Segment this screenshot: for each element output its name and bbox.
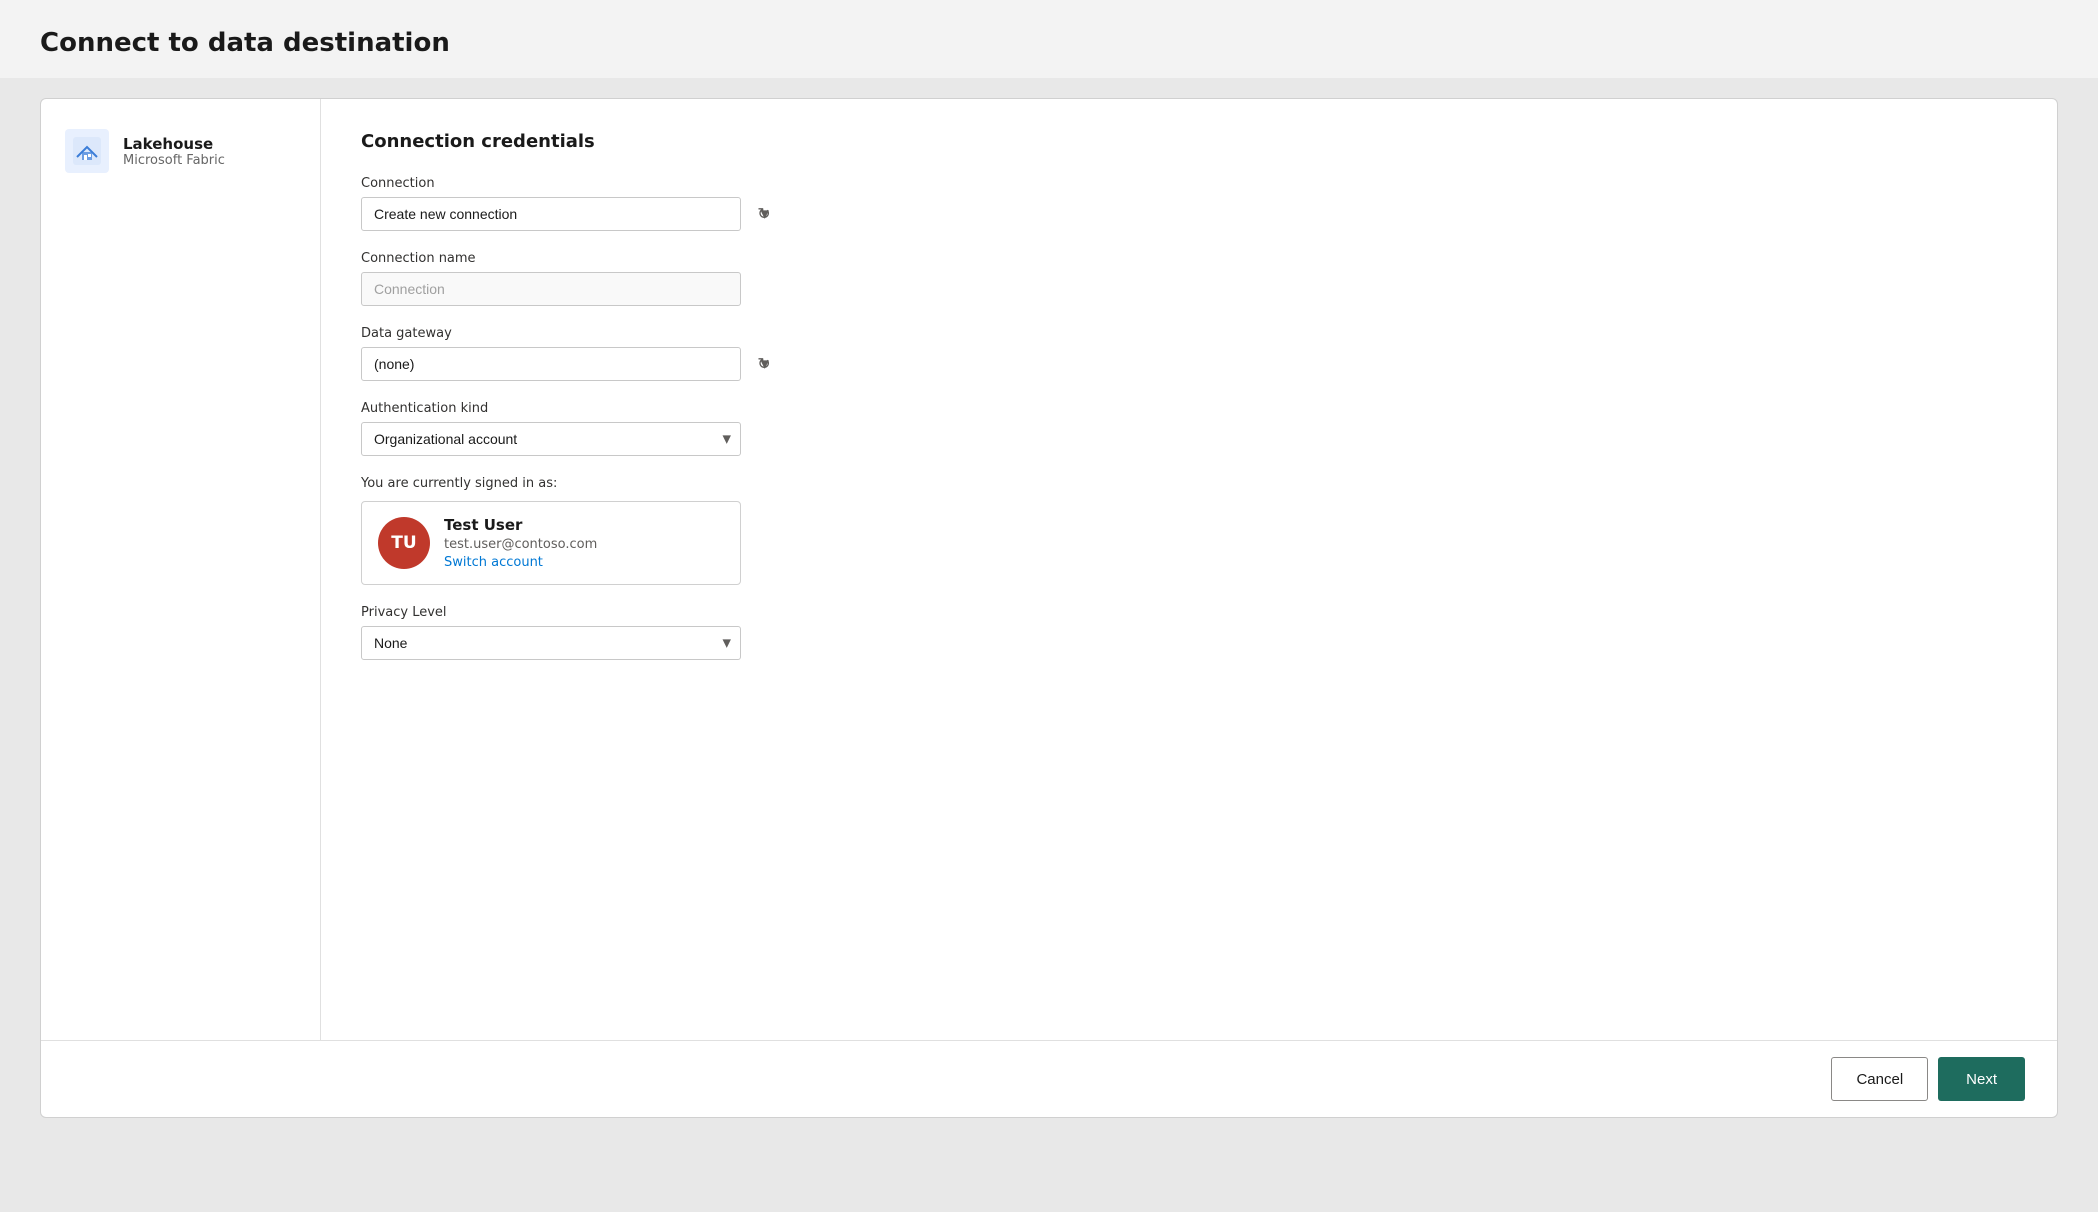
gateway-refresh-button[interactable]: ↻ xyxy=(749,349,779,379)
data-gateway-select-wrapper: (none) ▼ ↻ xyxy=(361,347,779,381)
sidebar-service-name: Lakehouse xyxy=(123,135,225,153)
connection-name-group: Connection name xyxy=(361,251,2017,306)
connection-refresh-button[interactable]: ↻ xyxy=(749,199,779,229)
auth-kind-label: Authentication kind xyxy=(361,401,2017,416)
sidebar-service-sub: Microsoft Fabric xyxy=(123,153,225,168)
privacy-level-group: Privacy Level None ▼ xyxy=(361,605,2017,660)
connection-name-label: Connection name xyxy=(361,251,2017,266)
user-name: Test User xyxy=(444,516,597,534)
sidebar-labels: Lakehouse Microsoft Fabric xyxy=(123,135,225,168)
auth-kind-group: Authentication kind Organizational accou… xyxy=(361,401,2017,456)
content-area: Connection credentials Connection Create… xyxy=(321,99,2057,1040)
data-gateway-group: Data gateway (none) ▼ ↻ xyxy=(361,326,2017,381)
auth-kind-select[interactable]: Organizational account xyxy=(361,422,741,456)
switch-account-link[interactable]: Switch account xyxy=(444,555,597,570)
page-title: Connect to data destination xyxy=(40,28,450,58)
sidebar-item-lakehouse: Lakehouse Microsoft Fabric xyxy=(65,129,296,173)
data-gateway-label: Data gateway xyxy=(361,326,2017,341)
dialog-card: Lakehouse Microsoft Fabric Connection cr… xyxy=(40,98,2058,1118)
avatar: TU xyxy=(378,517,430,569)
user-info: Test User test.user@contoso.com Switch a… xyxy=(444,516,597,570)
next-button[interactable]: Next xyxy=(1938,1057,2025,1101)
connection-label: Connection xyxy=(361,176,2017,191)
data-gateway-select[interactable]: (none) xyxy=(361,347,741,381)
connection-name-input[interactable] xyxy=(361,272,741,306)
connection-select-wrapper: Create new connection ▼ ↻ xyxy=(361,197,779,231)
connection-select[interactable]: Create new connection xyxy=(361,197,741,231)
privacy-level-label: Privacy Level xyxy=(361,605,2017,620)
main-area: Lakehouse Microsoft Fabric Connection cr… xyxy=(0,78,2098,1212)
user-card: TU Test User test.user@contoso.com Switc… xyxy=(361,501,741,585)
dialog-body: Lakehouse Microsoft Fabric Connection cr… xyxy=(41,99,2057,1040)
privacy-level-select[interactable]: None xyxy=(361,626,741,660)
page-header: Connect to data destination xyxy=(0,0,2098,78)
privacy-level-select-wrapper: None ▼ xyxy=(361,626,741,660)
dialog-footer: Cancel Next xyxy=(41,1040,2057,1117)
lakehouse-icon xyxy=(65,129,109,173)
user-email: test.user@contoso.com xyxy=(444,537,597,552)
connection-group: Connection Create new connection ▼ ↻ xyxy=(361,176,2017,231)
section-title: Connection credentials xyxy=(361,131,2017,152)
refresh-icon-gateway: ↻ xyxy=(757,354,770,374)
cancel-button[interactable]: Cancel xyxy=(1831,1057,1928,1101)
sidebar: Lakehouse Microsoft Fabric xyxy=(41,99,321,1040)
refresh-icon: ↻ xyxy=(757,204,770,224)
signed-in-label: You are currently signed in as: xyxy=(361,476,2017,491)
signed-in-group: You are currently signed in as: TU Test … xyxy=(361,476,2017,585)
auth-kind-select-wrapper: Organizational account ▼ xyxy=(361,422,741,456)
